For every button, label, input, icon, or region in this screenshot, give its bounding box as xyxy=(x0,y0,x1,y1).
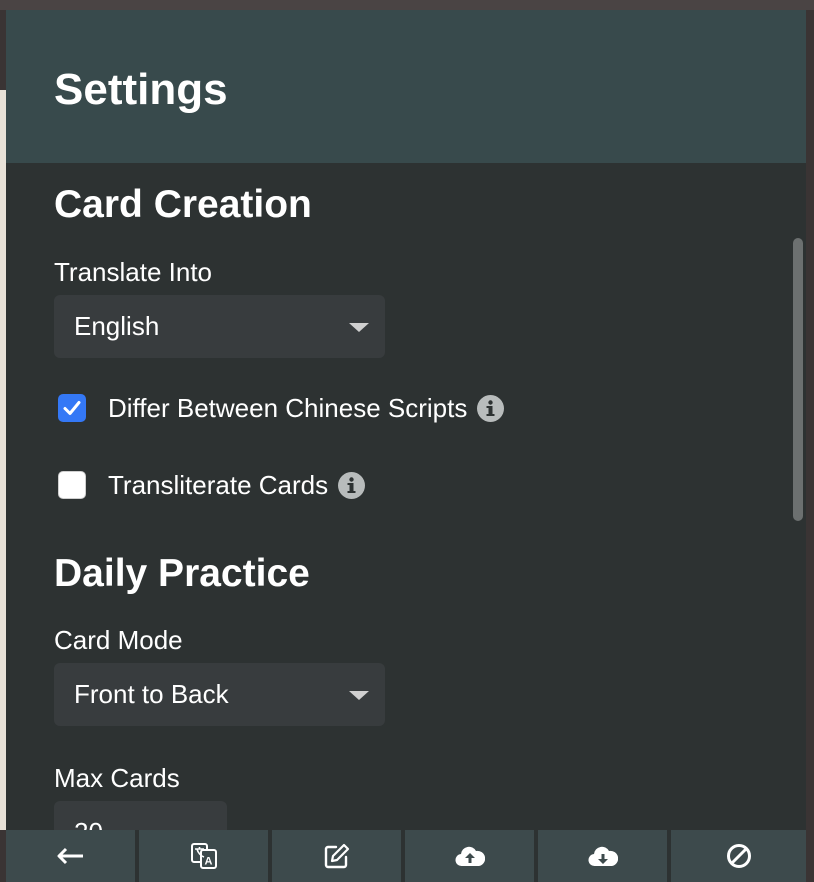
ban-icon xyxy=(726,844,751,868)
svg-text:A: A xyxy=(204,856,212,868)
translate-into-value: English xyxy=(74,311,160,341)
translate-button[interactable]: A xyxy=(139,830,268,882)
section-title-daily-practice: Daily Practice xyxy=(54,552,310,595)
cloud-download-icon xyxy=(588,846,618,867)
transliterate-option[interactable]: Transliterate Cards xyxy=(58,469,366,500)
page-title: Settings xyxy=(54,65,228,114)
arrow-left-icon xyxy=(57,847,83,865)
transliterate-label: Transliterate Cards xyxy=(108,469,329,500)
section-title-card-creation: Card Creation xyxy=(54,183,312,226)
differ-scripts-option[interactable]: Differ Between Chinese Scripts xyxy=(58,392,505,423)
settings-header: Settings xyxy=(6,10,806,163)
translate-icon: A xyxy=(190,843,217,869)
caret-down-icon xyxy=(349,691,369,700)
differ-scripts-checkbox[interactable] xyxy=(58,394,86,422)
edit-button[interactable] xyxy=(272,830,401,882)
max-cards-label: Max Cards xyxy=(54,763,180,793)
card-mode-label: Card Mode xyxy=(54,625,183,655)
settings-popup: Settings Card Creation Translate Into En… xyxy=(6,10,806,882)
download-button[interactable] xyxy=(538,830,667,882)
upload-button[interactable] xyxy=(405,830,534,882)
back-button[interactable] xyxy=(6,830,135,882)
translate-into-select[interactable]: English xyxy=(54,295,385,358)
scrollbar[interactable] xyxy=(790,163,806,830)
settings-content[interactable]: Card Creation Translate Into English Dif… xyxy=(6,163,790,830)
translate-into-label: Translate Into xyxy=(54,257,213,287)
max-cards-input[interactable] xyxy=(54,801,227,830)
card-mode-select[interactable]: Front to Back xyxy=(54,663,385,726)
info-icon[interactable] xyxy=(338,471,366,499)
caret-down-icon xyxy=(349,323,369,332)
transliterate-checkbox[interactable] xyxy=(58,471,86,499)
cloud-upload-icon xyxy=(455,846,485,867)
browser-chrome-strip xyxy=(0,0,814,10)
differ-scripts-label: Differ Between Chinese Scripts xyxy=(108,392,468,423)
edit-icon xyxy=(324,843,349,869)
bottom-toolbar: A xyxy=(6,830,806,882)
block-button[interactable] xyxy=(671,830,806,882)
card-mode-value: Front to Back xyxy=(74,679,229,709)
info-icon[interactable] xyxy=(477,394,505,422)
scrollbar-thumb[interactable] xyxy=(793,238,803,521)
